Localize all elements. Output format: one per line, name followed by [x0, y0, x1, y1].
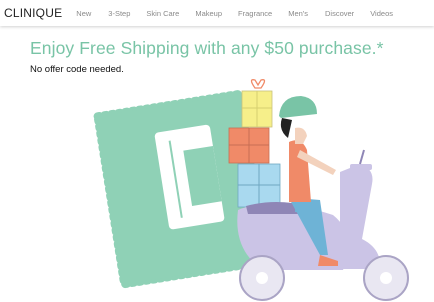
top-navigation-bar: CLINIQUE New 3-Step Skin Care Makeup Fra… [0, 0, 434, 26]
nav-item-videos[interactable]: Videos [370, 9, 393, 18]
promo-headline[interactable]: Enjoy Free Shipping with any $50 purchas… [30, 38, 384, 59]
promo-subtext: No offer code needed. [30, 64, 124, 75]
nav-item-mens[interactable]: Men's [288, 9, 308, 18]
nav-item-skin-care[interactable]: Skin Care [146, 9, 179, 18]
nav-item-makeup[interactable]: Makeup [195, 9, 222, 18]
nav-item-discover[interactable]: Discover [325, 9, 354, 18]
nav-item-3-step[interactable]: 3-Step [108, 9, 130, 18]
nav-item-fragrance[interactable]: Fragrance [238, 9, 272, 18]
nav-item-new[interactable]: New [76, 9, 91, 18]
brand-logo[interactable]: CLINIQUE [4, 6, 62, 20]
